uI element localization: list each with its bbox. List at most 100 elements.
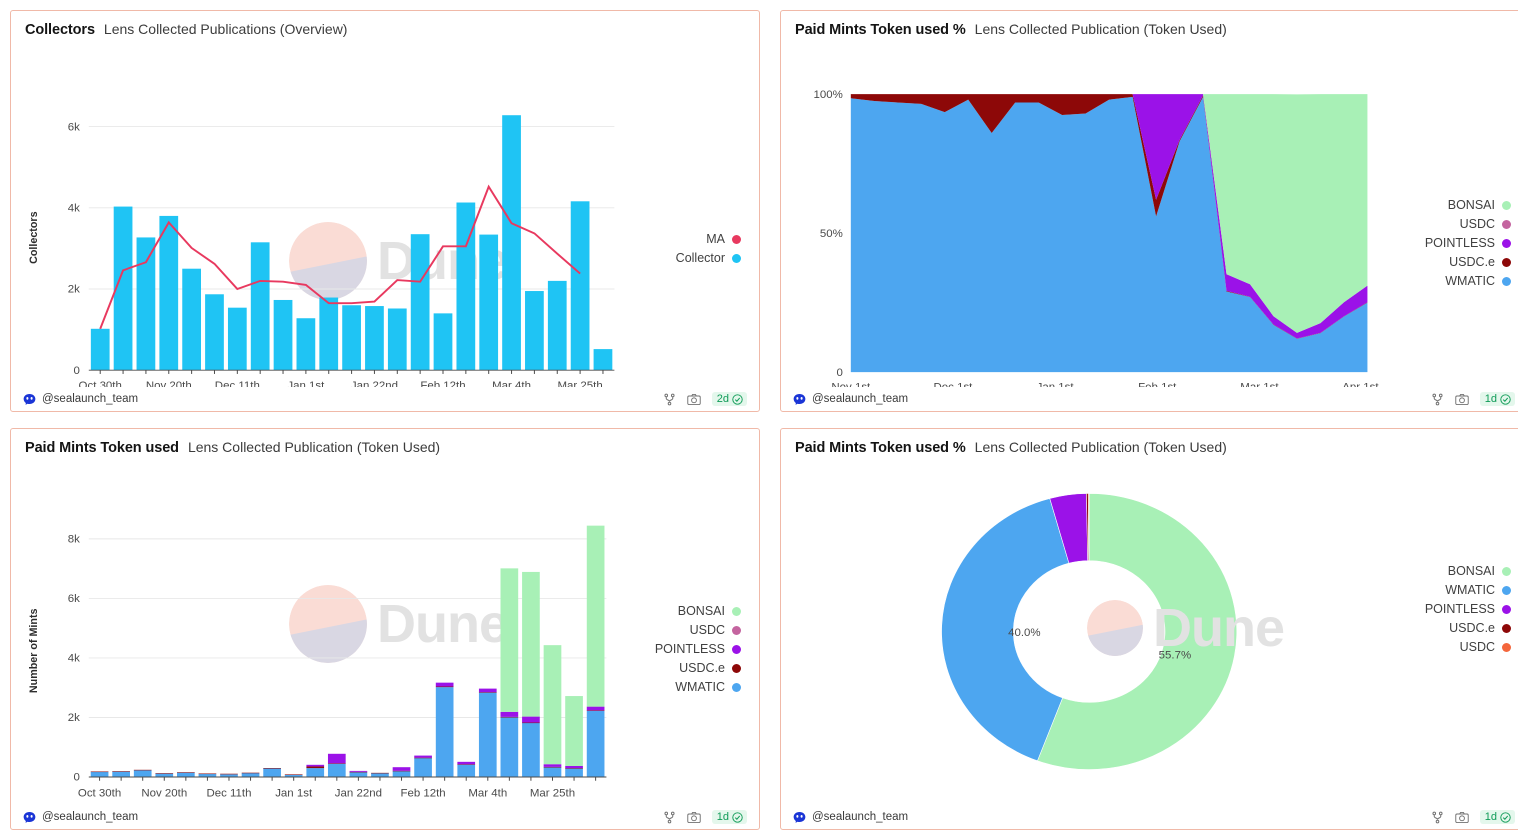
legend-item-usdc[interactable]: USDC xyxy=(1460,640,1511,654)
freshness-badge[interactable]: 1d xyxy=(712,810,747,824)
legend-item-pointless[interactable]: POINTLESS xyxy=(655,642,741,656)
svg-text:Nov 20th: Nov 20th xyxy=(146,380,192,387)
svg-text:Dec 11th: Dec 11th xyxy=(215,380,260,387)
footer-author[interactable]: @sealaunch_team xyxy=(793,393,908,405)
legend-item-ma[interactable]: MA xyxy=(706,232,741,246)
freshness-value: 1d xyxy=(1485,811,1497,823)
svg-text:Oct 30th: Oct 30th xyxy=(79,380,122,387)
fork-icon[interactable] xyxy=(663,393,676,406)
chart-area-token-mints[interactable]: Dune 02k4k6k8k Oct 30thNov 20thDec 11thJ… xyxy=(11,458,759,805)
svg-text:40.0%: 40.0% xyxy=(1008,627,1041,639)
avatar-icon xyxy=(793,394,806,405)
legend-item-usdc-e[interactable]: USDC.e xyxy=(1449,255,1511,269)
footer-author[interactable]: @sealaunch_team xyxy=(793,811,908,823)
legend-item-wmatic[interactable]: WMATIC xyxy=(675,680,741,694)
chart-area-token-pct[interactable]: Dune 050%100% Nov 1stDec 1stJan 1stFeb 1… xyxy=(781,40,1518,387)
author-handle[interactable]: @sealaunch_team xyxy=(812,393,908,405)
camera-icon[interactable] xyxy=(1455,811,1469,824)
card-footer: @sealaunch_team 2d xyxy=(11,387,759,411)
author-handle[interactable]: @sealaunch_team xyxy=(812,811,908,823)
legend-item-bonsai[interactable]: BONSAI xyxy=(1448,564,1511,578)
legend-token-mints[interactable]: BONSAI USDC POINTLESS USDC.e WMATIC xyxy=(655,604,741,694)
card-title: Paid Mints Token used % xyxy=(795,440,966,456)
legend-label: POINTLESS xyxy=(1425,236,1495,250)
plot-collectors: 02k4k6k Oct 30thNov 20thDec 11thJan 1stJ… xyxy=(11,40,759,387)
legend-item-wmatic[interactable]: WMATIC xyxy=(1445,583,1511,597)
svg-text:55.7%: 55.7% xyxy=(1159,650,1192,662)
svg-text:Oct 30th: Oct 30th xyxy=(78,788,121,800)
legend-item-pointless[interactable]: POINTLESS xyxy=(1425,236,1511,250)
svg-text:2k: 2k xyxy=(68,713,81,725)
fork-icon[interactable] xyxy=(663,811,676,824)
avatar-icon xyxy=(793,812,806,823)
legend-swatch-icon xyxy=(732,645,741,654)
footer-author[interactable]: @sealaunch_team xyxy=(23,811,138,823)
card-subtitle[interactable]: Lens Collected Publication (Token Used) xyxy=(975,21,1227,37)
legend-token-donut[interactable]: BONSAI WMATIC POINTLESS USDC.e USDC xyxy=(1425,564,1511,654)
svg-text:Mar 4th: Mar 4th xyxy=(492,380,531,387)
legend-swatch-icon xyxy=(1502,201,1511,210)
svg-text:Jan 22nd: Jan 22nd xyxy=(351,380,398,387)
legend-label: Collector xyxy=(676,251,725,265)
legend-label: WMATIC xyxy=(1445,274,1495,288)
card-footer: @sealaunch_team 1d xyxy=(781,387,1518,411)
legend-swatch-icon xyxy=(732,235,741,244)
chart-area-token-donut[interactable]: 40.0%55.7% Dune BONSAIWMATICPOINTLESSUSD… xyxy=(781,458,1518,805)
legend-label: USDC.e xyxy=(1449,255,1495,269)
footer-actions: 1d xyxy=(663,810,747,824)
card-subtitle[interactable]: Lens Collected Publications (Overview) xyxy=(104,21,348,37)
footer-author[interactable]: @sealaunch_team xyxy=(23,393,138,405)
author-handle[interactable]: @sealaunch_team xyxy=(42,393,138,405)
freshness-value: 1d xyxy=(1485,393,1497,405)
freshness-badge[interactable]: 1d xyxy=(1480,810,1515,824)
legend-swatch-icon xyxy=(732,254,741,263)
legend-item-usdc[interactable]: USDC xyxy=(1460,217,1511,231)
footer-actions: 1d xyxy=(1431,810,1515,824)
legend-item-bonsai[interactable]: BONSAI xyxy=(678,604,741,618)
legend-item-usdc-e[interactable]: USDC.e xyxy=(1449,621,1511,635)
legend-token-pct[interactable]: BONSAI USDC POINTLESS USDC.e WMATIC xyxy=(1425,198,1511,288)
legend-item-collector[interactable]: Collector xyxy=(676,251,741,265)
legend-item-wmatic[interactable]: WMATIC xyxy=(1445,274,1511,288)
freshness-badge[interactable]: 1d xyxy=(1480,392,1515,406)
legend-swatch-icon xyxy=(1502,624,1511,633)
card-title: Collectors xyxy=(25,22,95,38)
author-handle[interactable]: @sealaunch_team xyxy=(42,811,138,823)
y-axis-label: Number of Mints xyxy=(28,609,40,694)
dashboard-grid: Collectors Lens Collected Publications (… xyxy=(0,0,1518,840)
camera-icon[interactable] xyxy=(1455,393,1469,406)
card-footer: @sealaunch_team 1d xyxy=(11,805,759,829)
legend-swatch-icon xyxy=(1502,220,1511,229)
legend-item-usdc-e[interactable]: USDC.e xyxy=(679,661,741,675)
card-subtitle[interactable]: Lens Collected Publication (Token Used) xyxy=(188,439,440,455)
svg-text:Jan 22nd: Jan 22nd xyxy=(335,788,382,800)
legend-swatch-icon xyxy=(1502,605,1511,614)
legend-label: BONSAI xyxy=(1448,198,1495,212)
camera-icon[interactable] xyxy=(687,393,701,406)
svg-text:Mar 1st: Mar 1st xyxy=(1240,382,1278,387)
card-subtitle[interactable]: Lens Collected Publication (Token Used) xyxy=(975,439,1227,455)
svg-text:Nov 1st: Nov 1st xyxy=(831,382,870,387)
svg-text:6k: 6k xyxy=(68,593,81,605)
legend-label: USDC xyxy=(1460,640,1495,654)
chart-area-collectors[interactable]: Dune 02k4k6k Oct 30thNov 20thDec 11thJan… xyxy=(11,40,759,387)
card-token-donut: Paid Mints Token used % Lens Collected P… xyxy=(780,428,1518,830)
svg-text:100%: 100% xyxy=(814,89,843,101)
avatar-icon xyxy=(23,812,36,823)
card-token-pct-area: Paid Mints Token used % Lens Collected P… xyxy=(780,10,1518,412)
svg-text:Nov 20th: Nov 20th xyxy=(141,788,187,800)
legend-item-usdc[interactable]: USDC xyxy=(690,623,741,637)
freshness-badge[interactable]: 2d xyxy=(712,392,747,406)
legend-swatch-icon xyxy=(732,683,741,692)
svg-text:2k: 2k xyxy=(68,284,81,296)
fork-icon[interactable] xyxy=(1431,393,1444,406)
legend-item-bonsai[interactable]: BONSAI xyxy=(1448,198,1511,212)
card-title: Paid Mints Token used % xyxy=(795,22,966,38)
legend-collectors[interactable]: MA Collector xyxy=(676,232,741,265)
svg-text:6k: 6k xyxy=(68,122,81,134)
svg-token-mints: 02k4k6k8k Oct 30thNov 20thDec 11thJan 1s… xyxy=(11,458,759,805)
camera-icon[interactable] xyxy=(687,811,701,824)
plot-token-mints: 02k4k6k8k Oct 30thNov 20thDec 11thJan 1s… xyxy=(11,458,759,805)
legend-item-pointless[interactable]: POINTLESS xyxy=(1425,602,1511,616)
fork-icon[interactable] xyxy=(1431,811,1444,824)
